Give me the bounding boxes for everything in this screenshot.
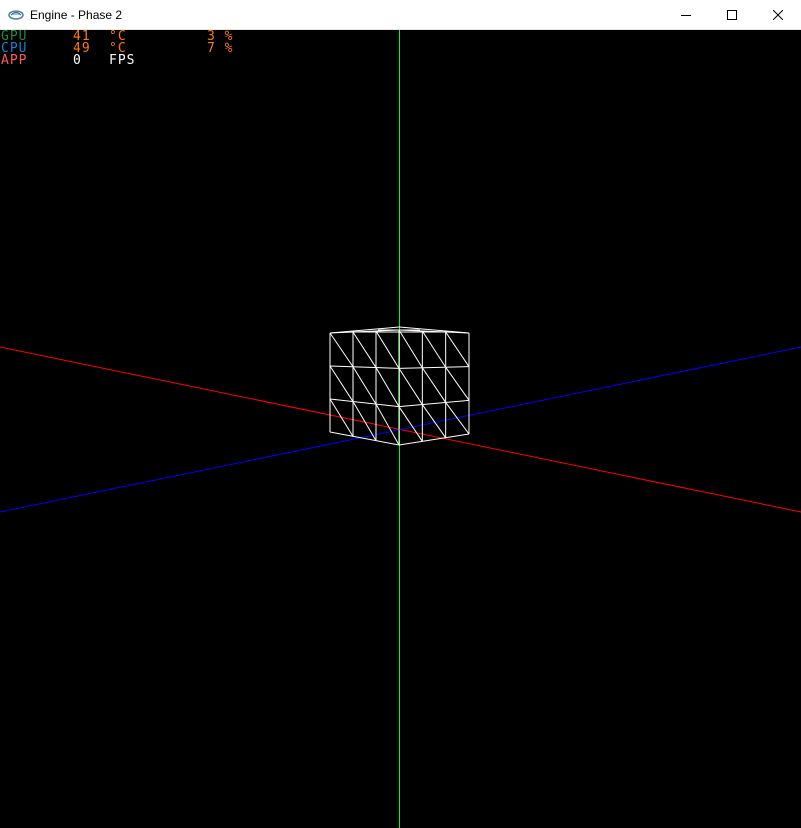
window-title: Engine - Phase 2 <box>30 7 123 22</box>
cpu-load: 7 % <box>207 41 234 56</box>
cube-left-face-edge <box>329 431 400 446</box>
close-icon <box>773 10 783 20</box>
cube-left-face-diagonal <box>329 332 354 368</box>
maximize-button[interactable] <box>709 0 755 30</box>
world-axes <box>0 30 801 828</box>
cube-right-face-edge <box>398 399 470 408</box>
cube-right-face-diagonal <box>445 331 470 367</box>
cube-left-face-diagonal <box>375 403 400 446</box>
cube-right-face-diagonal <box>445 402 470 435</box>
cube-right-face-diagonal <box>445 366 470 401</box>
cube-left-face-diagonal <box>352 331 377 368</box>
cube-left-face-diagonal <box>375 367 400 407</box>
app-fps-value: 0 <box>73 53 82 68</box>
cube-left-face-diagonal <box>375 330 400 369</box>
close-button[interactable] <box>755 0 801 30</box>
cube-left-face-edge <box>329 398 400 408</box>
window-controls <box>663 0 801 30</box>
cube-right-face-diagonal <box>421 330 447 368</box>
stats-overlay: GPU 41 °C 3 % CPU 49 °C 7 % APP 0 FPS <box>1 30 232 68</box>
app-label: APP <box>1 53 28 68</box>
minimize-button[interactable] <box>663 0 709 30</box>
render-viewport[interactable]: GPU 41 °C 3 % CPU 49 °C 7 % APP 0 FPS <box>0 30 801 828</box>
cube-right-face-edge <box>398 433 470 446</box>
cube-left-face-diagonal <box>329 365 354 402</box>
app-fps-unit: FPS <box>109 53 136 68</box>
cube-right-face-diagonal <box>398 329 423 369</box>
maximize-icon <box>727 10 737 20</box>
app-icon <box>8 7 24 23</box>
wireframe-cube <box>329 326 470 446</box>
minimize-icon <box>681 15 691 16</box>
cube-left-face-diagonal <box>329 398 354 437</box>
cube-right-face-diagonal <box>398 368 423 405</box>
cube-right-face-diagonal <box>398 406 423 442</box>
scene-canvas <box>0 30 801 828</box>
application-window: Engine - Phase 2 GPU 41 °C 3 % CPU 49 °C… <box>0 0 801 828</box>
cube-left-face-diagonal <box>352 366 377 405</box>
cube-left-face-edge <box>329 365 400 369</box>
title-bar[interactable]: Engine - Phase 2 <box>0 0 801 30</box>
cube-right-face-diagonal <box>421 367 447 403</box>
hud-row-app: APP 0 FPS <box>1 53 134 68</box>
cube-right-face-edge <box>398 366 470 369</box>
cube-left-face-diagonal <box>352 401 377 441</box>
